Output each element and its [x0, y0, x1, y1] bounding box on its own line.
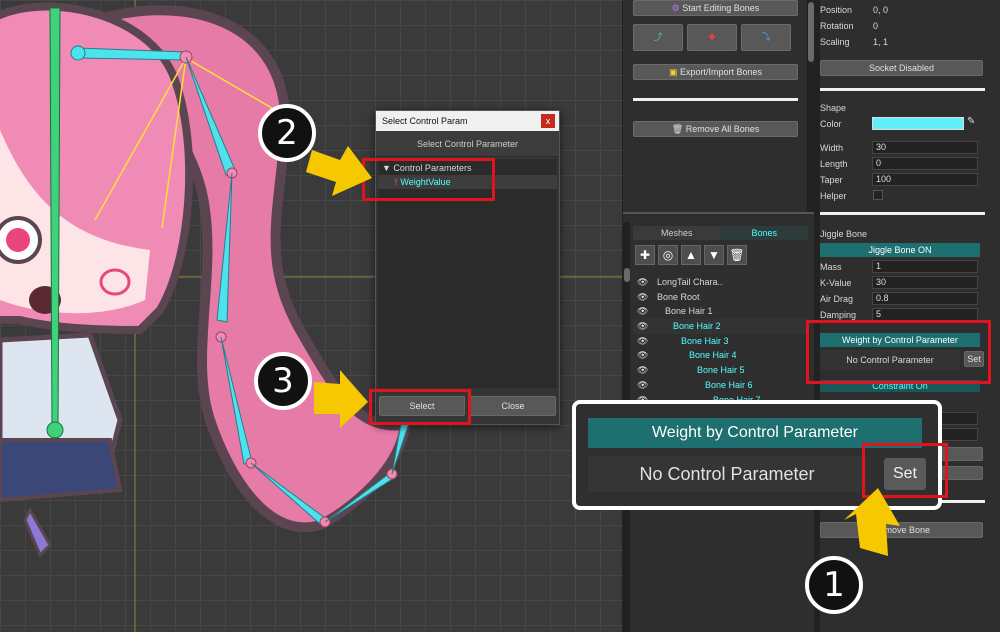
step-3-badge: 3 — [254, 352, 312, 410]
arrow-to-select — [314, 370, 368, 428]
step-1-badge: 1 — [805, 556, 863, 614]
arrows-overlay — [306, 146, 900, 556]
arrow-to-weightvalue — [306, 146, 372, 196]
arrow-to-set — [844, 488, 900, 556]
step-2-badge: 2 — [258, 104, 316, 162]
